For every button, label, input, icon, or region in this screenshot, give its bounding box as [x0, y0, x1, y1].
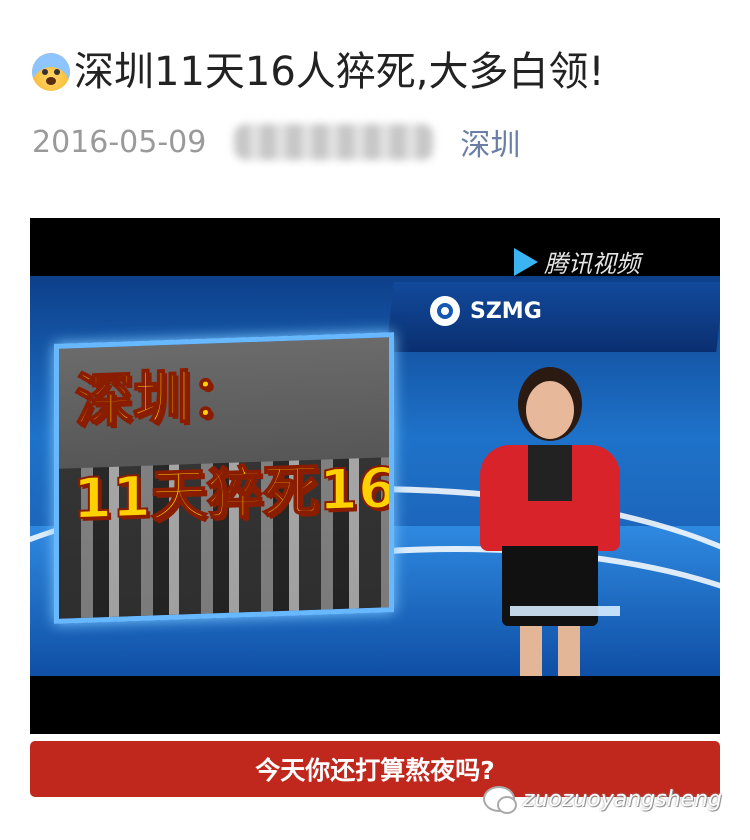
- wechat-icon: [482, 786, 517, 814]
- video-player[interactable]: SZMG 深圳： 11天猝死16人 腾讯视频: [30, 218, 720, 734]
- watermark-text: zuozuoyangsheng: [522, 786, 722, 812]
- fearful-face-icon: [32, 53, 70, 91]
- panel-headline-line1: 深圳：: [74, 360, 250, 436]
- news-anchor-figure: [480, 381, 630, 676]
- video-frame: SZMG 深圳： 11天猝死16人: [30, 276, 720, 676]
- blurred-author-name: [234, 124, 435, 160]
- location-link[interactable]: 深圳: [460, 120, 520, 164]
- publish-date: 2016-05-09: [32, 124, 207, 160]
- caption-text: 今天你还打算熬夜吗?: [255, 756, 495, 785]
- szmg-logo-icon: [430, 296, 460, 326]
- panel-headline-line2: 11天猝死16人: [72, 453, 394, 533]
- tencent-video-watermark: 腾讯视频: [514, 244, 640, 279]
- news-graphic-panel: 深圳： 11天猝死16人: [54, 332, 394, 624]
- wechat-watermark: zuozuoyangsheng: [482, 786, 722, 814]
- anchor-desk: [510, 606, 620, 616]
- channel-logo: SZMG: [430, 296, 542, 326]
- article-title: 深圳11天16人猝死,大多白领!: [32, 42, 732, 102]
- tencent-play-icon: [514, 247, 538, 276]
- article-title-text: 深圳11天16人猝死,大多白领!: [74, 49, 605, 95]
- tencent-video-label: 腾讯视频: [544, 250, 640, 278]
- channel-logo-text: SZMG: [470, 298, 542, 324]
- article-meta: 2016-05-09 深圳: [32, 120, 520, 164]
